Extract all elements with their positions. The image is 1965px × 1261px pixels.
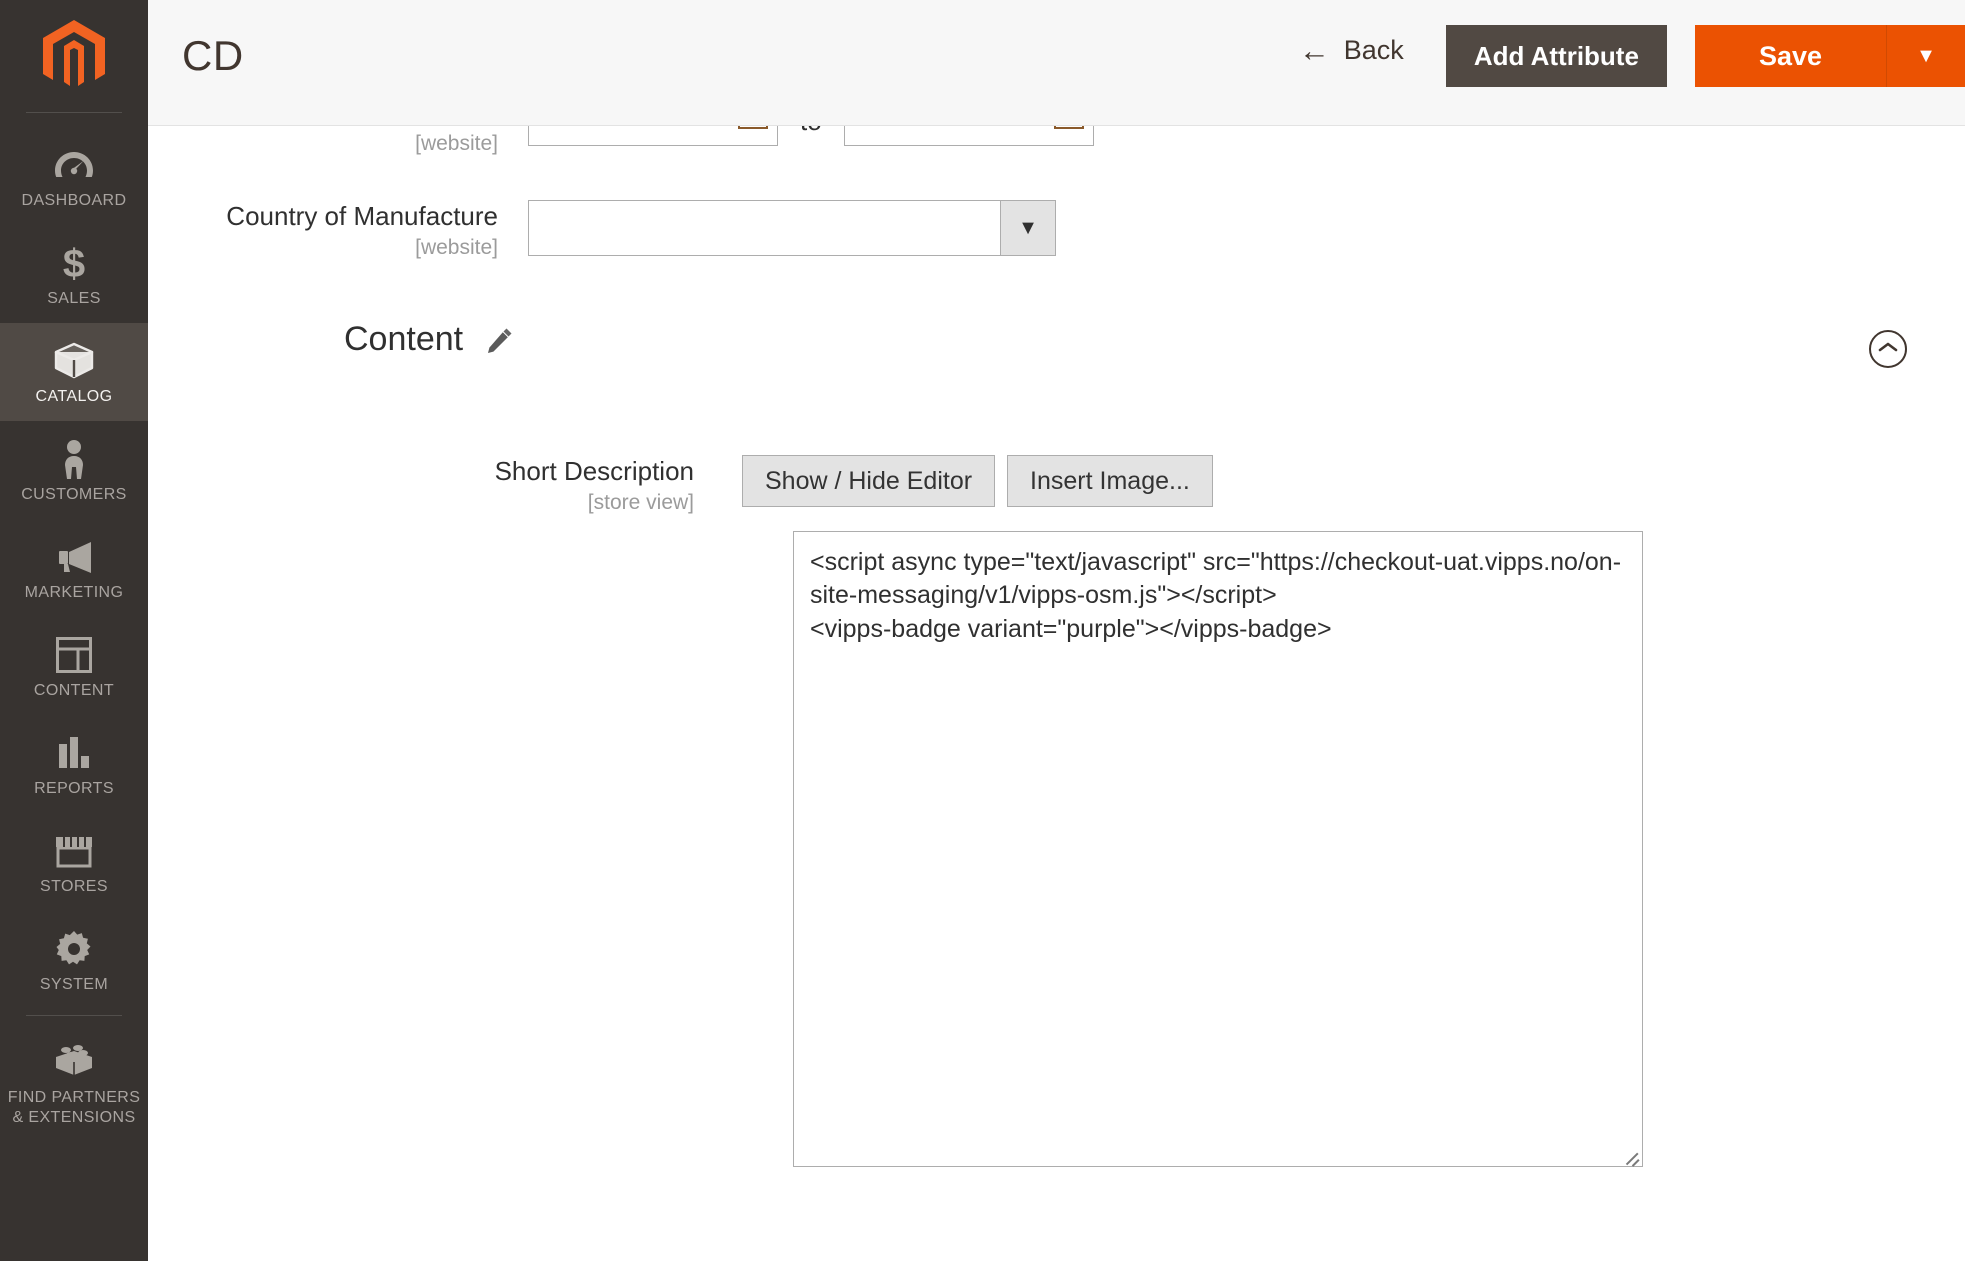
sidebar-item-label: REPORTS [34, 779, 114, 799]
field-row-short-description: Short Description [store view] Show / Hi… [394, 455, 1213, 515]
field-scope-text: [store view] [394, 491, 694, 515]
editor-button-group: Show / Hide Editor Insert Image... [742, 455, 1213, 507]
sidebar-item-label: STORES [40, 877, 108, 897]
lego-brick-icon [52, 1040, 96, 1084]
sidebar-item-stores[interactable]: STORES [0, 813, 148, 911]
sidebar-item-label: CONTENT [34, 681, 114, 701]
sidebar-item-system[interactable]: SYSTEM [0, 911, 148, 1009]
box-icon [52, 339, 96, 383]
pencil-icon[interactable] [487, 327, 513, 353]
field-row-country-of-manufacture: Country of Manufacture [website] ▼ [148, 200, 1056, 260]
product-form: Set Product as New From [website] [148, 0, 1965, 1261]
back-button[interactable]: ← Back [1299, 35, 1404, 66]
person-icon [59, 437, 89, 481]
field-label-short-description: Short Description [store view] [394, 455, 694, 515]
megaphone-icon [53, 535, 95, 579]
storefront-icon [53, 829, 95, 873]
save-split-button: Save ▼ [1695, 25, 1965, 87]
sidebar-item-customers[interactable]: CUSTOMERS [0, 421, 148, 519]
magento-logo-icon [43, 20, 105, 92]
caret-down-icon: ▼ [1916, 45, 1936, 68]
sidebar-item-label: SALES [47, 289, 101, 309]
save-dropdown-toggle[interactable]: ▼ [1887, 25, 1965, 87]
sidebar-item-label: DASHBOARD [22, 191, 127, 211]
short-description-textarea[interactable]: <script async type="text/javascript" src… [793, 531, 1643, 1167]
page-header: CD ← Back Add Attribute Save ▼ [148, 0, 1965, 126]
sidebar-divider-bottom [26, 1015, 122, 1016]
gear-icon [55, 927, 93, 971]
content-section-title: Content [344, 320, 463, 359]
short-description-textarea-wrapper: <script async type="text/javascript" src… [793, 531, 1643, 1167]
sidebar-item-catalog[interactable]: CATALOG [0, 323, 148, 421]
show-hide-editor-button[interactable]: Show / Hide Editor [742, 455, 995, 507]
back-button-label: Back [1344, 35, 1404, 66]
sidebar-item-label: CUSTOMERS [21, 485, 127, 505]
resize-handle-icon[interactable] [1622, 1146, 1640, 1164]
field-label-country-of-manufacture: Country of Manufacture [website] [148, 200, 498, 260]
country-of-manufacture-select-value[interactable] [528, 200, 1000, 256]
field-label-text: Country of Manufacture [148, 200, 498, 233]
dashboard-gauge-icon [54, 143, 94, 187]
admin-sidebar: DASHBOARD $ SALES CATALOG CUSTOME [0, 0, 148, 1261]
bar-chart-icon [56, 731, 92, 775]
sidebar-item-label: SYSTEM [40, 975, 108, 995]
content-collapse-button[interactable] [1869, 330, 1907, 368]
save-button[interactable]: Save [1695, 25, 1887, 87]
field-label-text: Short Description [394, 455, 694, 488]
sidebar-item-dashboard[interactable]: DASHBOARD [0, 127, 148, 225]
content-section-header[interactable]: Content [344, 320, 1944, 359]
sidebar-item-label: CATALOG [36, 387, 113, 407]
field-scope-text: [website] [148, 132, 498, 156]
sidebar-item-label: MARKETING [25, 583, 124, 603]
add-attribute-button[interactable]: Add Attribute [1446, 25, 1667, 87]
sidebar-item-content[interactable]: CONTENT [0, 617, 148, 715]
chevron-down-icon[interactable]: ▼ [1000, 200, 1056, 256]
svg-text:$: $ [63, 242, 85, 284]
country-of-manufacture-select[interactable]: ▼ [528, 200, 1056, 256]
sidebar-item-label: FIND PARTNERS & EXTENSIONS [8, 1088, 141, 1128]
magento-logo[interactable] [0, 0, 148, 112]
sidebar-item-sales[interactable]: $ SALES [0, 225, 148, 323]
sidebar-divider-top [26, 112, 122, 113]
sidebar-item-reports[interactable]: REPORTS [0, 715, 148, 813]
field-scope-text: [website] [148, 236, 498, 260]
header-actions: ← Back Add Attribute Save ▼ [1299, 0, 1965, 126]
arrow-left-icon: ← [1299, 35, 1330, 66]
sidebar-item-marketing[interactable]: MARKETING [0, 519, 148, 617]
main-content-area: Set Product as New From [website] [148, 0, 1965, 1261]
layout-page-icon [55, 633, 93, 677]
dollar-sign-icon: $ [59, 241, 89, 285]
insert-image-button[interactable]: Insert Image... [1007, 455, 1213, 507]
sidebar-item-find-partners-extensions[interactable]: FIND PARTNERS & EXTENSIONS [0, 1024, 148, 1142]
page-title: CD [182, 32, 244, 80]
chevron-up-icon [1878, 340, 1898, 358]
